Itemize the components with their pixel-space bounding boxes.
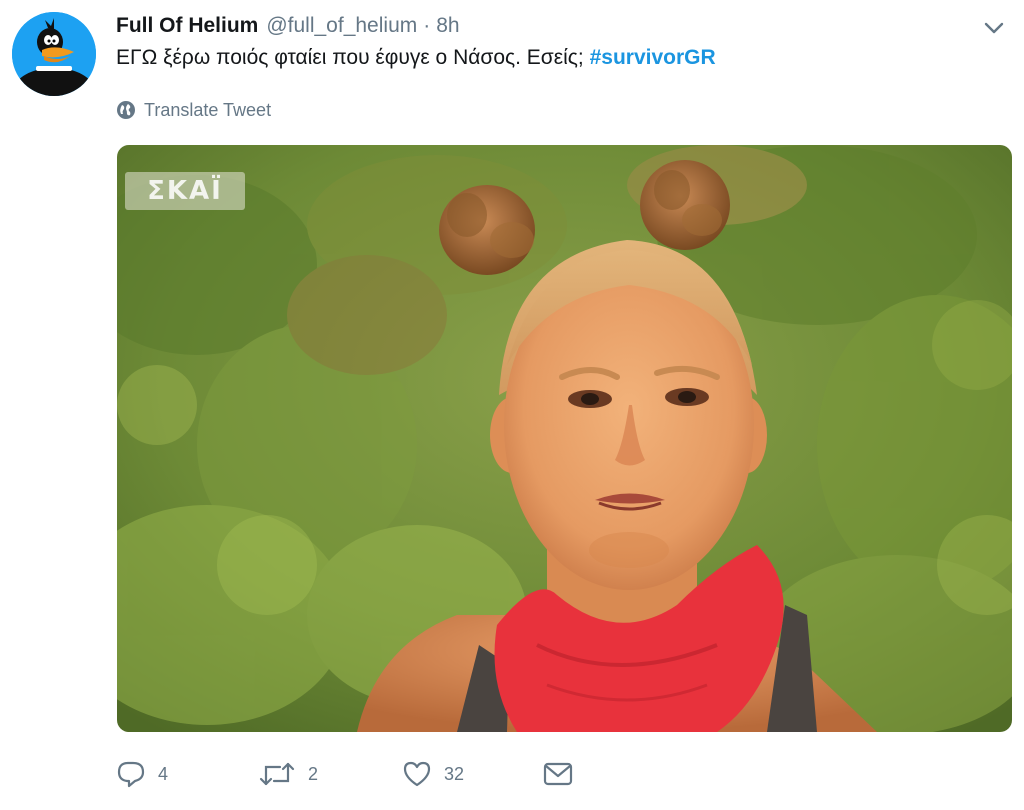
separator-dot: ·	[423, 14, 431, 37]
tweet-text: ΕΓΩ ξέρω ποιός φταίει που έφυγε ο Νάσος.…	[116, 46, 716, 70]
tweet-body: ΕΓΩ ξέρω ποιός φταίει που έφυγε ο Νάσος.…	[116, 46, 590, 69]
chevron-down-icon	[984, 22, 1004, 34]
heart-icon	[403, 761, 431, 787]
tweet-actions: 4 2 32	[116, 758, 716, 790]
hashtag-link[interactable]: #survivorGR	[590, 46, 716, 69]
globe-icon	[117, 101, 135, 119]
envelope-icon	[543, 762, 573, 786]
channel-watermark: ΣΚΑΪ	[125, 172, 245, 210]
like-count: 32	[444, 763, 465, 784]
avatar[interactable]	[12, 12, 96, 96]
direct-message-button[interactable]	[542, 758, 586, 790]
reply-button[interactable]: 4	[116, 758, 168, 790]
retweet-button[interactable]: 2	[258, 758, 318, 790]
translate-tweet-link[interactable]: Translate Tweet	[116, 97, 271, 123]
survivor-contestant-photo	[117, 145, 1012, 732]
tweet-media-image[interactable]: ΣΚΑΪ	[117, 145, 1012, 732]
tweet-menu-button[interactable]	[980, 18, 1008, 38]
tweet-header: Full Of Helium @full_of_helium · 8h	[116, 12, 460, 40]
display-name[interactable]: Full Of Helium	[116, 14, 258, 38]
user-handle[interactable]: @full_of_helium	[266, 14, 417, 38]
daffy-duck-avatar-icon	[12, 12, 96, 96]
retweet-icon	[259, 762, 295, 786]
reply-icon	[117, 761, 145, 788]
like-button[interactable]: 32	[402, 758, 464, 790]
tweet-timestamp[interactable]: 8h	[436, 14, 459, 38]
reply-count: 4	[158, 763, 169, 784]
retweet-count: 2	[308, 763, 319, 784]
translate-label: Translate Tweet	[144, 99, 272, 120]
